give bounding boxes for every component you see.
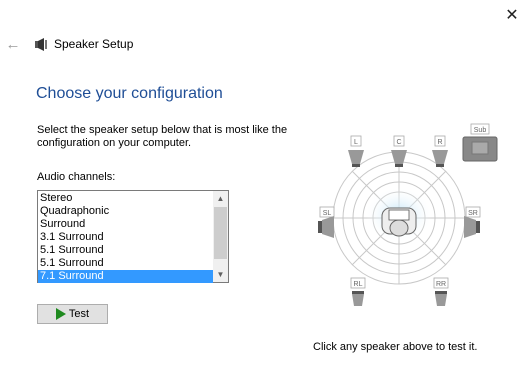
list-item[interactable]: 5.1 Surround <box>38 257 213 270</box>
speaker-label-c: C <box>396 139 401 146</box>
play-icon <box>55 308 66 320</box>
list-item[interactable]: Surround <box>38 218 213 231</box>
speaker-subwoofer[interactable]: Sub <box>462 123 498 162</box>
list-item[interactable]: 3.1 Surround <box>38 231 213 244</box>
listener-icon <box>381 207 417 237</box>
list-item[interactable]: Quadraphonic <box>38 205 213 218</box>
window-title: Speaker Setup <box>54 37 134 51</box>
speaker-label-sub: Sub <box>474 127 487 134</box>
close-icon[interactable]: ✕ <box>500 4 524 26</box>
list-item[interactable]: Stereo <box>38 192 213 205</box>
speaker-side-left[interactable]: SL <box>318 206 335 238</box>
test-button[interactable]: Test <box>37 304 108 324</box>
speaker-rear-right[interactable]: RR <box>433 277 449 306</box>
audio-channels-label: Audio channels: <box>37 171 116 183</box>
speaker-setup-window: ✕ ← Speaker Setup Choose your configurat… <box>0 0 526 375</box>
scrollbar-thumb[interactable] <box>214 207 227 259</box>
listbox-scrollbar[interactable]: ▲ ▼ <box>213 191 228 282</box>
speaker-label-l: L <box>354 139 358 146</box>
scroll-up-icon[interactable]: ▲ <box>213 191 228 206</box>
test-button-label: Test <box>68 308 90 320</box>
scroll-down-icon[interactable]: ▼ <box>213 267 228 282</box>
list-item[interactable]: 7.1 Surround <box>38 270 213 283</box>
instructions-text: Select the speaker setup below that is m… <box>37 124 288 149</box>
audio-channels-listbox[interactable]: Stereo Quadraphonic Surround 3.1 Surround 5.… <box>37 190 229 283</box>
page-heading: Choose your configuration <box>36 85 223 102</box>
speaker-side-right[interactable]: SR <box>464 206 481 238</box>
speaker-label-rl: RL <box>354 281 363 288</box>
list-item[interactable]: 5.1 Surround <box>38 244 213 257</box>
speaker-icon <box>35 38 47 51</box>
back-arrow-icon[interactable]: ← <box>4 35 22 53</box>
speaker-label-rr: RR <box>436 281 446 288</box>
test-hint-text: Click any speaker above to test it. <box>313 341 478 353</box>
speaker-label-sr: SR <box>468 210 478 217</box>
speaker-diagram: L C R Sub SL SR RL RR <box>318 123 498 306</box>
list-items-container: Stereo Quadraphonic Surround 3.1 Surround 5.… <box>38 191 213 283</box>
speaker-rear-left[interactable]: RL <box>350 277 366 306</box>
speaker-label-r: R <box>437 139 442 146</box>
speaker-front-left[interactable]: L <box>348 135 364 167</box>
speaker-label-sl: SL <box>323 210 332 217</box>
